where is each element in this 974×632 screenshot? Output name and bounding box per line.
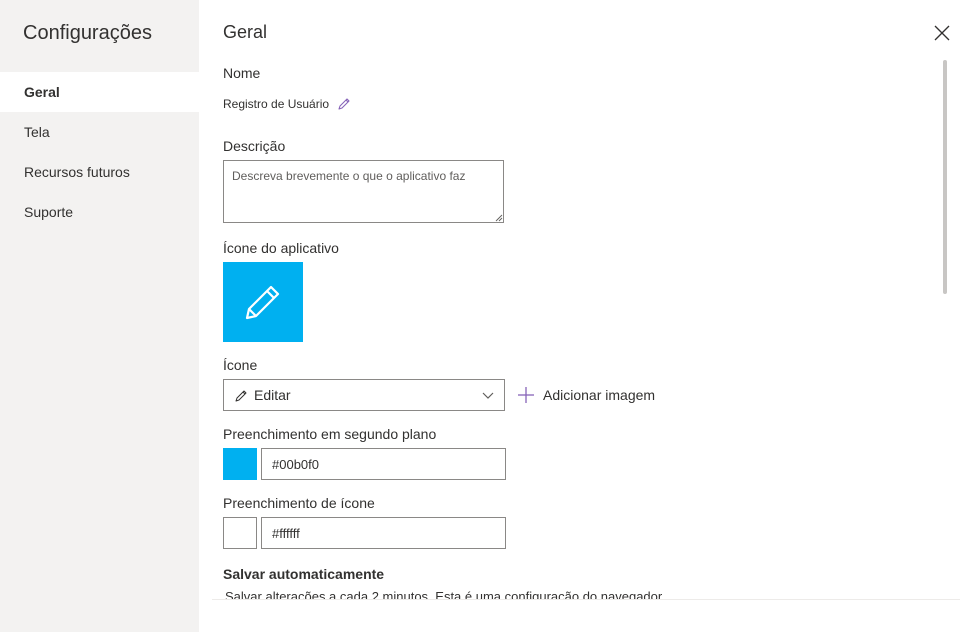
icon-dropdown-value: Editar (254, 387, 291, 403)
sidebar-item-recursos-futuros[interactable]: Recursos futuros (0, 152, 199, 192)
footer-area (199, 600, 974, 632)
icon-fill-input[interactable] (261, 517, 506, 549)
resize-grip-icon[interactable] (495, 214, 503, 222)
name-label: Nome (223, 65, 261, 81)
sidebar-item-geral[interactable]: Geral (0, 72, 199, 112)
description-textarea[interactable] (223, 160, 504, 223)
page-title: Geral (223, 22, 268, 42)
settings-sidebar: Configurações Geral Tela Recursos futuro… (0, 0, 199, 632)
icon-label: Ícone (223, 357, 258, 373)
sidebar-title: Configurações (23, 22, 152, 44)
app-icon-label: Ícone do aplicativo (223, 240, 339, 256)
description-label: Descrição (223, 138, 286, 154)
icon-fill-swatch[interactable] (223, 517, 257, 549)
autosave-title: Salvar automaticamente (223, 566, 385, 582)
background-fill-label: Preenchimento em segundo plano (223, 426, 437, 442)
app-icon-preview (223, 262, 303, 342)
background-fill-input[interactable] (261, 448, 506, 480)
edit-name-pencil-icon[interactable] (337, 97, 351, 111)
pencil-icon (245, 285, 280, 320)
plus-icon (518, 387, 534, 403)
icon-dropdown[interactable]: Editar (223, 379, 505, 411)
scrollbar-thumb[interactable] (943, 60, 947, 294)
settings-main-panel: Geral Nome Registro de Usuário Descrição… (199, 0, 974, 600)
add-image-label: Adicionar imagem (543, 387, 656, 403)
close-icon[interactable] (933, 24, 951, 42)
sidebar-item-tela[interactable]: Tela (0, 112, 199, 152)
chevron-down-icon (482, 392, 494, 399)
icon-fill-label: Preenchimento de ícone (223, 495, 375, 511)
pencil-icon (235, 390, 247, 402)
app-name-value: Registro de Usuário (223, 97, 330, 111)
sidebar-item-suporte[interactable]: Suporte (0, 192, 199, 232)
background-fill-swatch[interactable] (223, 448, 257, 480)
sidebar-nav: Geral Tela Recursos futuros Suporte (0, 72, 199, 232)
